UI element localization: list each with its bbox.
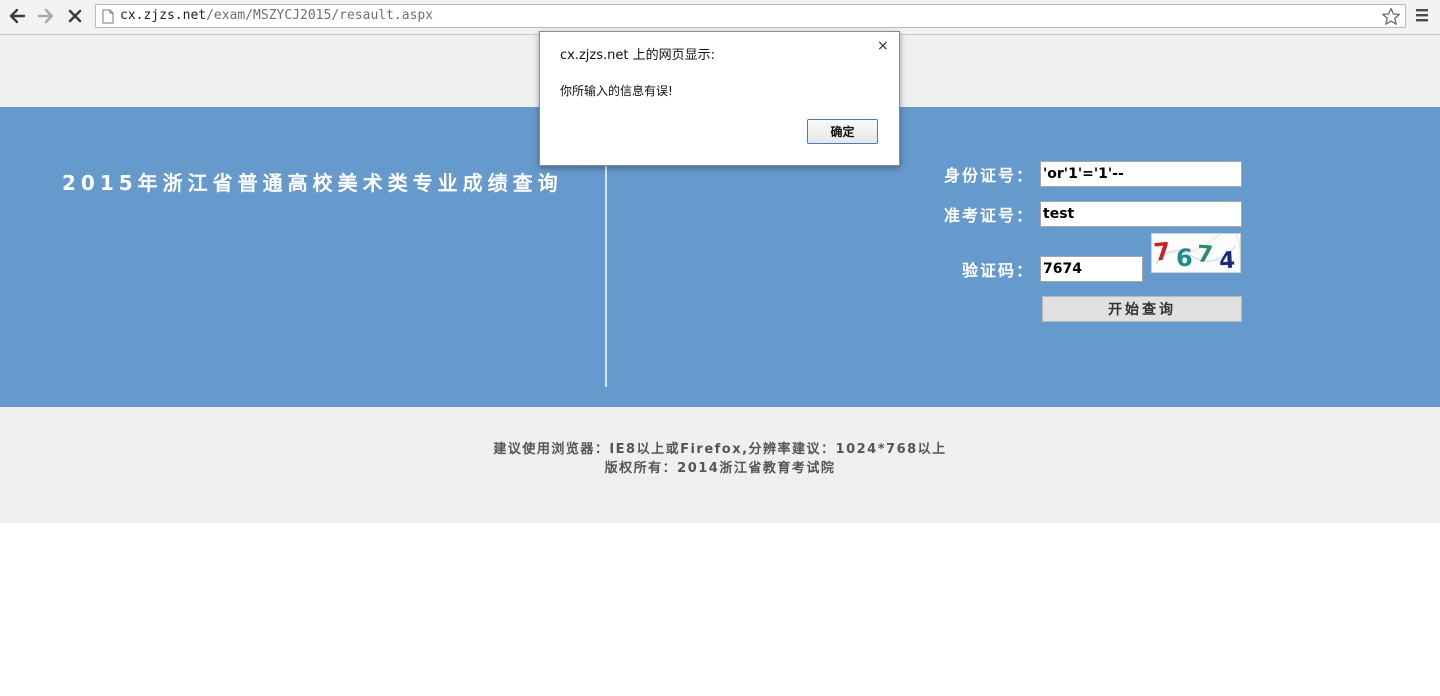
dialog-title: cx.zjzs.net 上的网页显示: [560, 48, 715, 63]
close-icon[interactable]: × [877, 38, 889, 54]
exam-number-label: 准考证号： [944, 206, 1035, 225]
id-number-label: 身份证号： [944, 166, 1035, 185]
back-button[interactable] [6, 5, 28, 27]
back-icon [9, 8, 26, 24]
svg-text:7: 7 [1196, 241, 1214, 268]
footer: 建议使用浏览器：IE8以上或Firefox,分辨率建议：1024*768以上 版… [0, 407, 1440, 523]
star-icon[interactable] [1381, 7, 1401, 26]
id-number-input[interactable] [1040, 161, 1242, 187]
dialog-message: 你所输入的信息有误! [560, 84, 673, 98]
url-host: cx.zjzs.net [120, 8, 207, 23]
captcha-image[interactable]: 7 6 7 4 [1151, 231, 1241, 274]
browser-toolbar: cx.zjzs.net/exam/MSZYCJ2015/resault.aspx [0, 0, 1440, 35]
alert-dialog: cx.zjzs.net 上的网页显示: × 你所输入的信息有误! 确定 [539, 31, 900, 166]
footer-browser-tip: 建议使用浏览器：IE8以上或Firefox,分辨率建议：1024*768以上 [493, 442, 947, 457]
captcha-image-graphic: 7 6 7 4 [1152, 231, 1241, 274]
forward-icon [37, 8, 54, 24]
url-path: /exam/MSZYCJ2015/resault.aspx [206, 8, 434, 23]
start-query-button[interactable]: 开始查询 [1042, 296, 1242, 322]
svg-text:6: 6 [1176, 244, 1193, 272]
page-icon [102, 9, 114, 24]
svg-text:4: 4 [1218, 248, 1235, 272]
menu-icon[interactable] [1414, 7, 1430, 23]
address-bar[interactable]: cx.zjzs.net/exam/MSZYCJ2015/resault.aspx [95, 4, 1406, 28]
svg-text:7: 7 [1152, 237, 1172, 267]
url-text: cx.zjzs.net/exam/MSZYCJ2015/resault.aspx [120, 8, 433, 23]
ok-button[interactable]: 确定 [807, 119, 878, 144]
footer-copyright: 版权所有：2014浙江省教育考试院 [604, 461, 836, 476]
captcha-input[interactable] [1040, 256, 1143, 282]
forward-button[interactable] [35, 5, 57, 27]
vertical-divider [605, 155, 607, 387]
stop-button[interactable] [64, 5, 86, 27]
exam-number-input[interactable] [1040, 201, 1242, 227]
stop-icon [68, 9, 82, 23]
captcha-label: 验证码： [962, 261, 1035, 280]
page-title: 2015年浙江省普通高校美术类专业成绩查询 [62, 171, 563, 195]
